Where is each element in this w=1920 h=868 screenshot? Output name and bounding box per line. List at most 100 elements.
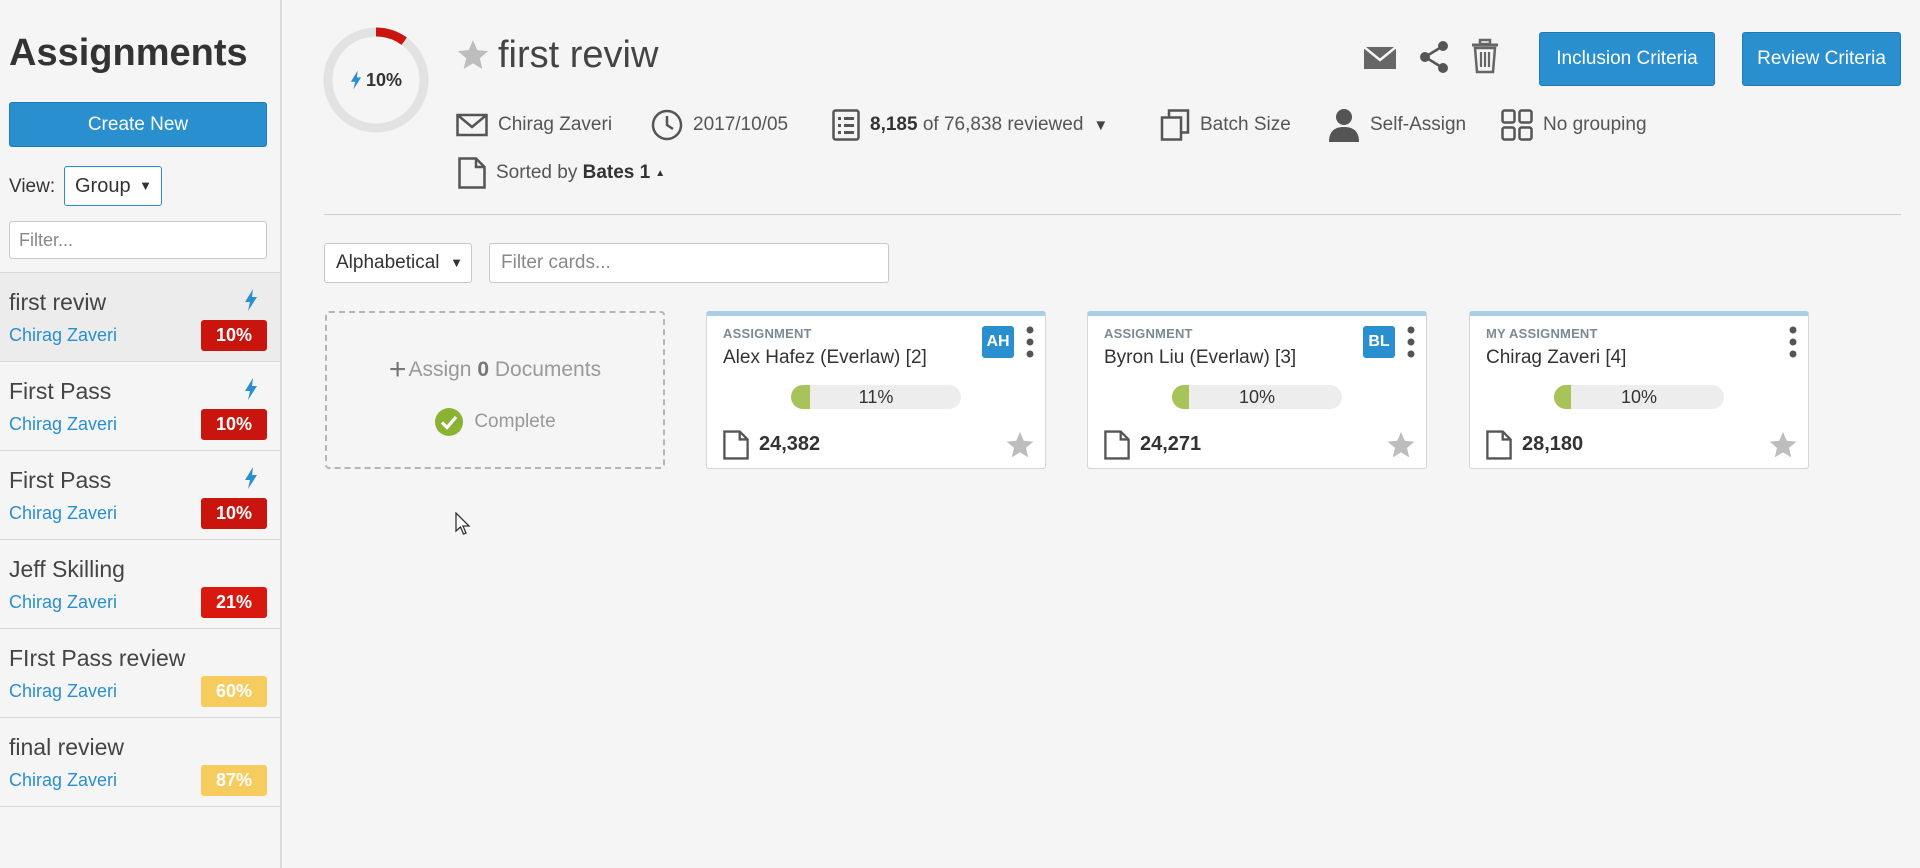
more-vertical-icon[interactable]: [1406, 326, 1416, 358]
filter-cards-input[interactable]: [489, 243, 889, 283]
user-initials-badge: AH: [982, 326, 1014, 358]
card-sort-value: Alphabetical: [336, 252, 440, 273]
bolt-icon: [245, 378, 257, 400]
assign-documents-label: +Assign 0 Documents: [327, 353, 663, 387]
status-badge: 10%: [201, 498, 267, 529]
copy-icon: [1160, 109, 1190, 141]
card-kind: ASSIGNMENT: [723, 326, 812, 341]
sort-indicator[interactable]: Sorted by Bates 1 ▲: [458, 156, 665, 190]
assignment-owner-link[interactable]: Chirag Zaveri: [9, 325, 117, 346]
self-assign-label: Self-Assign: [1370, 114, 1467, 135]
assignment-owner-link[interactable]: Chirag Zaveri: [9, 770, 117, 791]
created-date: 2017/10/05: [693, 114, 789, 135]
check-circle-icon: [435, 408, 464, 436]
star-icon[interactable]: [1768, 430, 1798, 460]
card-progress-bar: 10%: [1172, 385, 1342, 409]
plus-icon: +: [388, 353, 407, 386]
self-assign-button[interactable]: Self-Assign: [1328, 108, 1466, 142]
meta-reviewed[interactable]: 8,185 of 76,838 reviewed ▼: [832, 108, 1108, 142]
list-item[interactable]: First Pass Chirag Zaveri 10%: [0, 451, 280, 540]
review-criteria-button[interactable]: Review Criteria: [1742, 32, 1901, 86]
bolt-icon: [350, 70, 362, 90]
sidebar: Assignments Create New View: Group ▼ fir…: [0, 0, 282, 868]
inclusion-criteria-button[interactable]: Inclusion Criteria: [1539, 32, 1715, 86]
owner-name: Chirag Zaveri: [498, 114, 613, 135]
star-icon[interactable]: [1005, 430, 1035, 460]
more-vertical-icon[interactable]: [1025, 326, 1035, 358]
status-badge: 87%: [201, 765, 267, 796]
assignment-owner-link[interactable]: Chirag Zaveri: [9, 414, 117, 435]
list-item[interactable]: Jeff Skilling Chirag Zaveri 21%: [0, 540, 280, 629]
list-item[interactable]: FIrst Pass review Chirag Zaveri 60%: [0, 629, 280, 718]
batch-size-button[interactable]: Batch Size: [1160, 108, 1291, 142]
card-progress-bar: 11%: [791, 385, 961, 409]
sidebar-title: Assignments: [9, 32, 248, 74]
card-progress-label: 10%: [1238, 387, 1276, 407]
mouse-cursor-icon: [455, 512, 471, 535]
assignment-owner-link[interactable]: Chirag Zaveri: [9, 681, 117, 702]
mail-icon[interactable]: [1362, 40, 1398, 76]
card-kind: MY ASSIGNMENT: [1486, 326, 1598, 341]
star-icon[interactable]: [456, 38, 490, 72]
assignment-card[interactable]: ASSIGNMENT Byron Liu (Everlaw) [3] BL 10…: [1087, 311, 1427, 469]
card-doc-count: 24,382: [759, 433, 821, 455]
grouping-button[interactable]: No grouping: [1501, 108, 1647, 142]
mail-icon: [456, 113, 488, 137]
progress-percent: 10%: [365, 69, 403, 90]
meta-date: 2017/10/05: [651, 108, 788, 142]
clock-icon: [651, 109, 683, 141]
status-badge: 21%: [201, 587, 267, 618]
list-item[interactable]: first reviw Chirag Zaveri 10%: [0, 273, 280, 362]
checklist-icon: [832, 109, 860, 141]
caret-down-icon: ▼: [450, 255, 463, 270]
user-icon: [1329, 109, 1359, 142]
assignment-name: FIrst Pass review: [9, 645, 186, 671]
star-icon[interactable]: [1386, 430, 1416, 460]
card-doc-count: 24,271: [1140, 433, 1202, 455]
card-sort-select[interactable]: Alphabetical ▼: [324, 243, 472, 283]
trash-icon[interactable]: [1467, 38, 1503, 74]
card-title: Chirag Zaveri [4]: [1486, 347, 1627, 368]
assign-count: 0: [477, 358, 490, 381]
sidebar-filter-input[interactable]: [9, 221, 267, 259]
view-select[interactable]: Group ▼: [64, 166, 162, 206]
reviewed-total: of 76,838 reviewed: [922, 114, 1084, 135]
document-icon: [458, 157, 486, 189]
assignment-name: First Pass: [9, 378, 112, 404]
user-initials-badge: BL: [1363, 326, 1395, 358]
status-badge: 10%: [201, 409, 267, 440]
assignment-card[interactable]: ASSIGNMENT Alex Hafez (Everlaw) [2] AH 1…: [706, 311, 1046, 469]
header-divider: [324, 214, 1901, 215]
card-progress-bar: 10%: [1554, 385, 1724, 409]
assign-prefix: Assign: [408, 358, 472, 381]
assignment-owner-link[interactable]: Chirag Zaveri: [9, 592, 117, 613]
assignment-card[interactable]: MY ASSIGNMENT Chirag Zaveri [4] 10% 28,1…: [1469, 311, 1809, 469]
create-new-button[interactable]: Create New: [9, 102, 267, 147]
sort-asc-icon: ▲: [655, 167, 666, 179]
assignment-name: first reviw: [9, 289, 107, 315]
assign-documents-card[interactable]: +Assign 0 Documents Complete: [325, 311, 665, 469]
meta-owner: Chirag Zaveri: [456, 108, 612, 142]
dropdown-arrow-icon: ▼: [1093, 116, 1109, 134]
card-progress-label: 11%: [858, 387, 894, 407]
grid-icon: [1501, 109, 1533, 141]
list-item[interactable]: final review Chirag Zaveri 87%: [0, 718, 280, 807]
assignment-owner-link[interactable]: Chirag Zaveri: [9, 503, 117, 524]
share-icon[interactable]: [1416, 39, 1452, 75]
complete-label: Complete: [474, 411, 556, 432]
assign-suffix: Documents: [494, 358, 602, 381]
assignment-name: final review: [9, 734, 125, 760]
list-item[interactable]: First Pass Chirag Zaveri 10%: [0, 362, 280, 451]
view-select-value: Group: [75, 175, 131, 197]
bolt-icon: [245, 467, 257, 489]
more-vertical-icon[interactable]: [1788, 326, 1798, 358]
reviewed-count: 8,185: [870, 114, 918, 135]
sorted-field: Bates 1: [582, 162, 651, 183]
caret-down-icon: ▼: [139, 178, 152, 193]
status-badge: 60%: [201, 676, 267, 707]
card-progress-label: 10%: [1620, 387, 1658, 407]
card-title: Byron Liu (Everlaw) [3]: [1104, 347, 1297, 368]
card-kind: ASSIGNMENT: [1104, 326, 1193, 341]
assignment-list: first reviw Chirag Zaveri 10% First Pass…: [0, 272, 280, 807]
document-icon: [1104, 430, 1130, 460]
